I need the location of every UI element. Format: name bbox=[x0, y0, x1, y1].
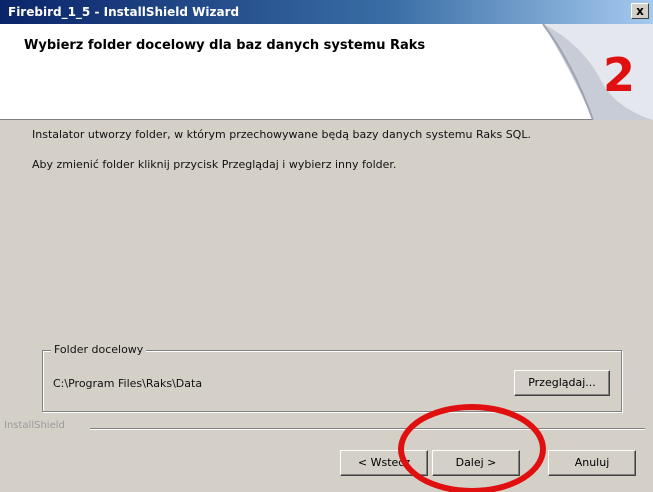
cancel-button[interactable]: Anuluj bbox=[548, 450, 636, 476]
info-text-line-2: Aby zmienić folder kliknij przycisk Prze… bbox=[32, 158, 397, 171]
wizard-header: Wybierz folder docelowy dla baz danych s… bbox=[0, 24, 653, 120]
footer-separator bbox=[90, 428, 645, 430]
browse-button[interactable]: Przeglądaj... bbox=[514, 370, 610, 396]
installshield-brand: InstallShield bbox=[4, 420, 69, 431]
window-title: Firebird_1_5 - InstallShield Wizard bbox=[8, 5, 240, 19]
info-text-line-1: Instalator utworzy folder, w którym prze… bbox=[32, 128, 531, 141]
groupbox-label: Folder docelowy bbox=[51, 343, 147, 356]
close-button[interactable]: x bbox=[631, 3, 649, 19]
destination-path: C:\Program Files\Raks\Data bbox=[53, 377, 203, 390]
header-title: Wybierz folder docelowy dla baz danych s… bbox=[24, 38, 426, 53]
step-number-annotation: 2 bbox=[602, 48, 635, 102]
annotation-circle bbox=[398, 404, 546, 492]
title-bar: Firebird_1_5 - InstallShield Wizard x bbox=[0, 0, 653, 24]
